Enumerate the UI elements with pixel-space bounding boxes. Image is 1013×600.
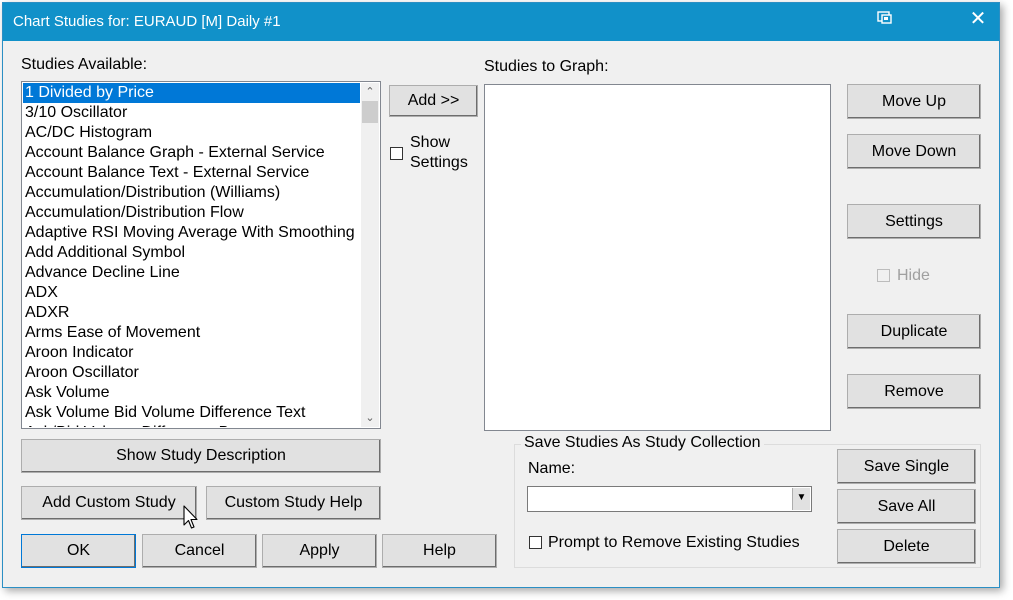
- show-settings-checkbox[interactable]: [390, 147, 403, 160]
- list-item[interactable]: Ask Volume Bid Volume Difference Text: [23, 403, 360, 423]
- save-single-button[interactable]: Save Single: [837, 449, 976, 484]
- list-item[interactable]: Aroon Oscillator: [23, 363, 360, 383]
- move-down-button[interactable]: Move Down: [847, 134, 981, 169]
- scroll-down-icon[interactable]: ⌄: [361, 409, 379, 427]
- list-item[interactable]: Ask Volume: [23, 383, 360, 403]
- chevron-down-icon[interactable]: ▼: [792, 488, 810, 510]
- hide-label: Hide: [897, 267, 930, 284]
- prompt-remove-checkbox[interactable]: [529, 536, 542, 549]
- settings-button[interactable]: Settings: [847, 204, 981, 239]
- title-bar[interactable]: Chart Studies for: EURAUD [M] Daily #1 ✕: [3, 3, 999, 41]
- move-up-button[interactable]: Move Up: [847, 84, 981, 119]
- studies-available-items: 1 Divided by Price 3/10 Oscillator AC/DC H…: [23, 83, 360, 427]
- list-item[interactable]: ADX: [23, 283, 360, 303]
- list-item[interactable]: Account Balance Graph - External Service: [23, 143, 360, 163]
- apply-button[interactable]: Apply: [262, 534, 377, 568]
- studies-to-graph-label: Studies to Graph:: [484, 58, 609, 75]
- list-item[interactable]: 1 Divided by Price: [23, 83, 360, 103]
- save-collection-group-title: Save Studies As Study Collection: [521, 434, 764, 452]
- list-item[interactable]: Arms Ease of Movement: [23, 323, 360, 343]
- add-custom-study-button[interactable]: Add Custom Study: [21, 486, 197, 520]
- collection-name-label: Name:: [528, 460, 576, 477]
- list-item[interactable]: Aroon Indicator: [23, 343, 360, 363]
- list-item[interactable]: Add Additional Symbol: [23, 243, 360, 263]
- studies-available-label: Studies Available:: [21, 56, 148, 73]
- list-item[interactable]: Accumulation/Distribution (Williams): [23, 183, 360, 203]
- save-all-button[interactable]: Save All: [837, 489, 976, 524]
- list-item[interactable]: Ask/Bid Volume Difference Bars: [23, 423, 360, 427]
- show-study-description-button[interactable]: Show Study Description: [21, 439, 381, 473]
- studies-to-graph-list[interactable]: [484, 84, 831, 431]
- add-button[interactable]: Add >>: [389, 85, 478, 117]
- list-item[interactable]: Accumulation/Distribution Flow: [23, 203, 360, 223]
- list-item[interactable]: ADXR: [23, 303, 360, 323]
- custom-study-help-button[interactable]: Custom Study Help: [206, 486, 381, 520]
- help-button[interactable]: Help: [382, 534, 497, 568]
- restore-window-icon[interactable]: [877, 11, 893, 25]
- hide-checkbox[interactable]: [877, 269, 890, 282]
- show-settings-label-line1: Show: [410, 134, 451, 151]
- scroll-thumb[interactable]: [362, 101, 378, 123]
- chart-studies-dialog: Chart Studies for: EURAUD [M] Daily #1 ✕…: [2, 2, 1000, 588]
- list-item[interactable]: Advance Decline Line: [23, 263, 360, 283]
- prompt-remove-label: Prompt to Remove Existing Studies: [548, 534, 800, 551]
- studies-available-list[interactable]: 1 Divided by Price 3/10 Oscillator AC/DC H…: [21, 81, 381, 429]
- mouse-cursor-icon: [183, 505, 198, 529]
- scroll-up-icon[interactable]: ⌃: [361, 83, 379, 101]
- list-item[interactable]: AC/DC Histogram: [23, 123, 360, 143]
- list-item[interactable]: 3/10 Oscillator: [23, 103, 360, 123]
- remove-button[interactable]: Remove: [847, 374, 981, 409]
- collection-name-combo[interactable]: ▼: [527, 486, 812, 512]
- duplicate-button[interactable]: Duplicate: [847, 314, 981, 349]
- ok-button[interactable]: OK: [21, 534, 136, 568]
- show-settings-label-line2: Settings: [410, 154, 468, 171]
- list-item[interactable]: Account Balance Text - External Service: [23, 163, 360, 183]
- close-icon[interactable]: ✕: [969, 9, 987, 29]
- studies-available-scrollbar[interactable]: ⌃ ⌄: [361, 83, 379, 427]
- window-title: Chart Studies for: EURAUD [M] Daily #1: [13, 13, 281, 30]
- delete-button[interactable]: Delete: [837, 529, 976, 564]
- cancel-button[interactable]: Cancel: [142, 534, 257, 568]
- list-item[interactable]: Adaptive RSI Moving Average With Smoothi…: [23, 223, 360, 243]
